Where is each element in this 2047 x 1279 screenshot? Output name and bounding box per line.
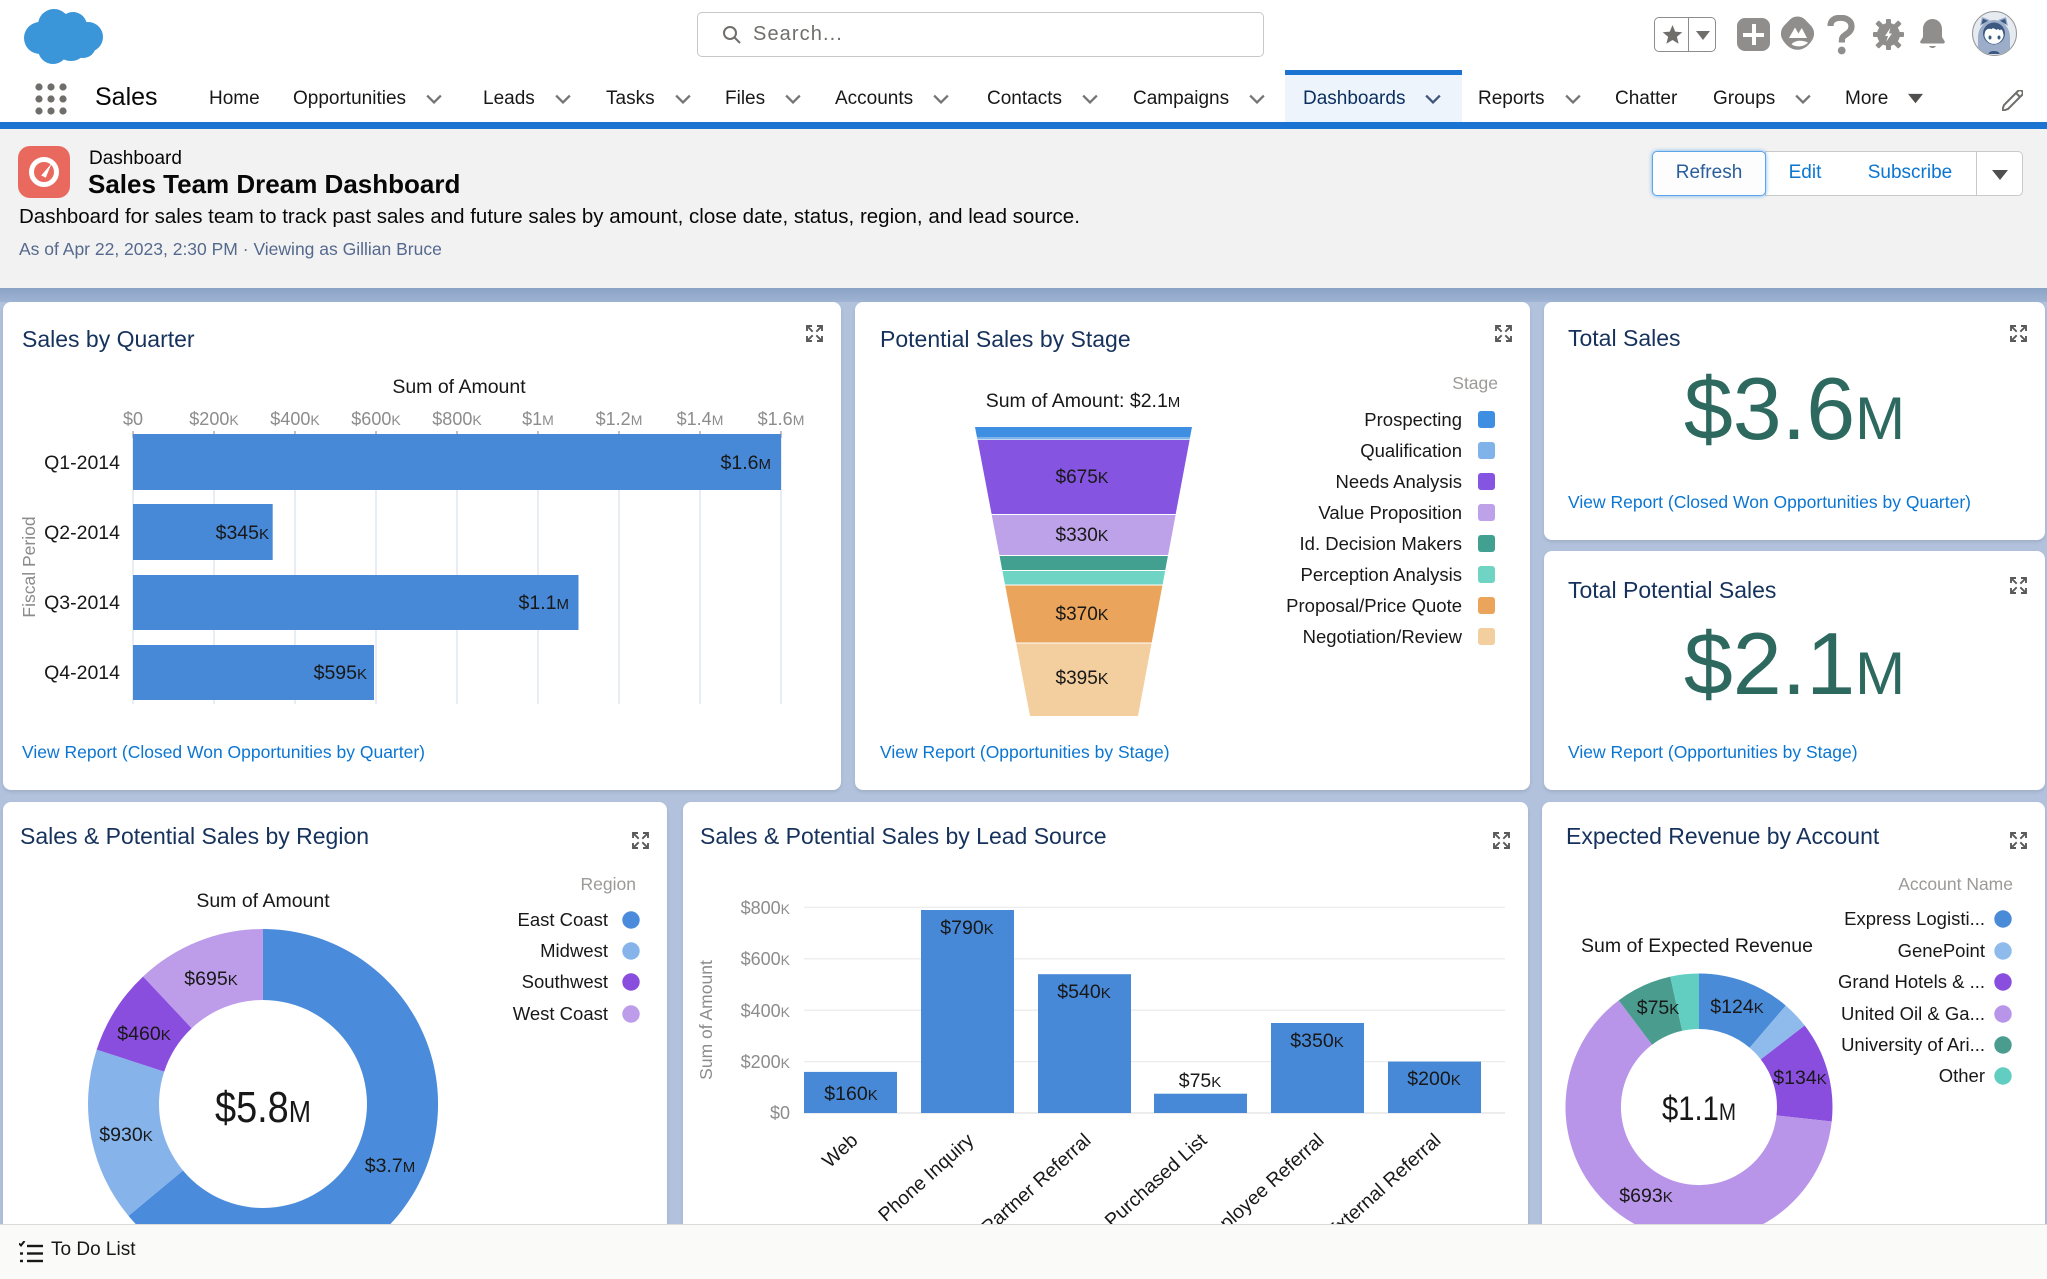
svg-text:Id. Decision Makers: Id. Decision Makers (1300, 533, 1462, 554)
svg-text:Purchased List: Purchased List (1101, 1129, 1212, 1232)
svg-text:$134K: $134K (1773, 1067, 1826, 1089)
svg-text:$345K: $345K (216, 522, 269, 544)
svg-text:Negotiation/Review: Negotiation/Review (1303, 626, 1463, 647)
svg-text:Sum of Amount: Sum of Amount (392, 376, 526, 398)
svg-text:Fiscal Period: Fiscal Period (19, 516, 39, 617)
svg-text:Account Name: Account Name (1898, 874, 2013, 894)
svg-text:$1.6M: $1.6M (721, 452, 771, 474)
svg-text:$930K: $930K (99, 1124, 152, 1146)
svg-text:East Coast: East Coast (518, 909, 609, 930)
svg-text:$1.4M: $1.4M (677, 409, 724, 429)
svg-text:$200K: $200K (741, 1052, 791, 1072)
svg-text:$124K: $124K (1710, 996, 1763, 1018)
svg-text:Midwest: Midwest (540, 940, 608, 961)
svg-text:$600K: $600K (351, 409, 401, 429)
svg-text:$200K: $200K (1407, 1068, 1460, 1090)
svg-text:$460K: $460K (117, 1023, 170, 1045)
svg-text:Web: Web (818, 1129, 862, 1172)
svg-text:$800K: $800K (432, 409, 482, 429)
svg-text:$1.6M: $1.6M (758, 409, 805, 429)
svg-text:$5.8M: $5.8M (215, 1083, 311, 1132)
svg-text:GenePoint: GenePoint (1898, 940, 1985, 961)
svg-text:$350K: $350K (1290, 1030, 1343, 1052)
svg-text:Southwest: Southwest (522, 971, 608, 992)
svg-text:Qualification: Qualification (1360, 440, 1462, 461)
svg-text:$790K: $790K (940, 917, 993, 939)
svg-text:$1.1M: $1.1M (1662, 1090, 1736, 1128)
svg-text:Sum of Amount: Sum of Amount (196, 890, 330, 912)
svg-text:$75K: $75K (1179, 1070, 1222, 1092)
svg-text:Stage: Stage (1452, 373, 1498, 393)
svg-text:$3.7M: $3.7M (365, 1155, 415, 1177)
svg-text:West Coast: West Coast (513, 1003, 608, 1024)
svg-text:Express Logisti...: Express Logisti... (1844, 908, 1985, 929)
svg-text:Value Proposition: Value Proposition (1318, 502, 1462, 523)
svg-text:Q4-2014: Q4-2014 (44, 662, 120, 684)
svg-text:Partner Referral: Partner Referral (978, 1129, 1096, 1238)
svg-text:$600K: $600K (741, 949, 791, 969)
svg-text:Grand Hotels & ...: Grand Hotels & ... (1838, 971, 1985, 992)
svg-text:Q1-2014: Q1-2014 (44, 452, 120, 474)
svg-text:$800K: $800K (741, 898, 791, 918)
svg-text:Phone Inquiry: Phone Inquiry (874, 1129, 978, 1226)
svg-text:$0: $0 (123, 409, 143, 429)
svg-text:$400K: $400K (270, 409, 320, 429)
svg-text:$595K: $595K (314, 662, 367, 684)
svg-text:Q2-2014: Q2-2014 (44, 522, 120, 544)
svg-text:Needs Analysis: Needs Analysis (1336, 471, 1462, 492)
svg-text:University of Ari...: University of Ari... (1841, 1034, 1985, 1055)
svg-text:Other: Other (1939, 1065, 1985, 1086)
svg-text:$693K: $693K (1619, 1185, 1672, 1207)
svg-text:$200K: $200K (189, 409, 239, 429)
svg-text:$1.2M: $1.2M (596, 409, 643, 429)
svg-text:$1M: $1M (522, 409, 554, 429)
svg-text:Q3-2014: Q3-2014 (44, 592, 120, 614)
svg-text:$540K: $540K (1057, 981, 1110, 1003)
svg-text:Region: Region (581, 874, 636, 894)
svg-text:Prospecting: Prospecting (1364, 409, 1462, 430)
svg-text:Proposal/Price Quote: Proposal/Price Quote (1286, 595, 1462, 616)
svg-text:Perception Analysis: Perception Analysis (1301, 564, 1462, 585)
svg-text:$330K: $330K (1056, 525, 1109, 546)
svg-text:$0: $0 (770, 1103, 790, 1123)
svg-text:$695K: $695K (184, 968, 237, 990)
svg-text:$1.1M: $1.1M (519, 592, 569, 614)
svg-text:$75K: $75K (1637, 997, 1680, 1019)
svg-text:Sum of Expected Revenue: Sum of Expected Revenue (1581, 935, 1813, 957)
svg-text:$160K: $160K (824, 1083, 877, 1105)
svg-text:Sum of Amount: Sum of Amount (696, 960, 716, 1080)
svg-text:$675K: $675K (1056, 467, 1109, 488)
svg-text:Sum of Amount: $2.1M: Sum of Amount: $2.1M (986, 390, 1181, 412)
svg-text:$400K: $400K (741, 1001, 791, 1021)
svg-text:United Oil & Ga...: United Oil & Ga... (1841, 1003, 1985, 1024)
svg-text:$395K: $395K (1056, 668, 1109, 689)
svg-text:$370K: $370K (1056, 604, 1109, 625)
